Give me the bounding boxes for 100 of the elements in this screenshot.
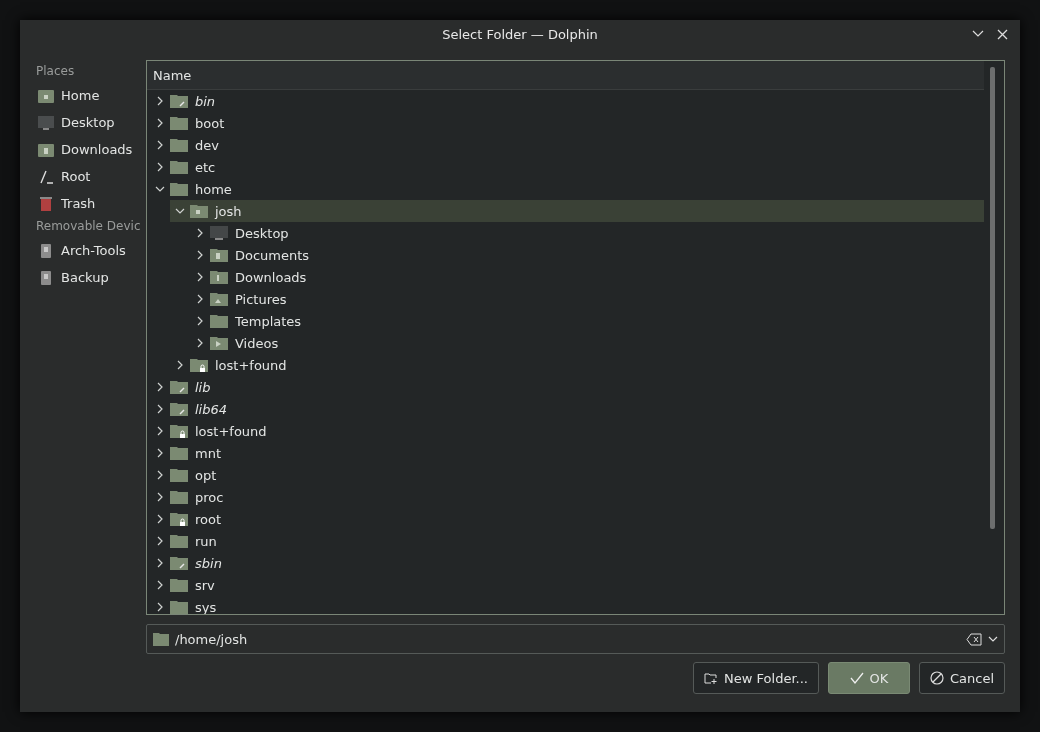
tree-row[interactable]: opt (150, 464, 984, 486)
chevron-right-icon[interactable] (195, 294, 205, 304)
pictures-folder-icon (210, 292, 228, 306)
dialog-button[interactable]: Cancel (918, 662, 1005, 694)
tree-row[interactable]: bin (150, 90, 984, 112)
folder-name: Downloads (235, 269, 307, 285)
trash-icon (38, 196, 54, 211)
videos-folder-icon (210, 336, 228, 350)
chevron-right-icon[interactable] (155, 162, 165, 172)
clear-icon[interactable] (966, 632, 982, 646)
column-header[interactable]: Name (147, 61, 984, 90)
chevron-right-icon[interactable] (155, 580, 165, 590)
chevron-down-icon[interactable] (175, 206, 185, 216)
chevron-right-icon[interactable] (155, 404, 165, 414)
chevron-right-icon[interactable] (155, 514, 165, 524)
place-item[interactable]: Trash (28, 190, 146, 217)
chevron-right-icon[interactable] (155, 492, 165, 502)
locked-folder-icon (190, 358, 208, 372)
chevron-right-icon[interactable] (175, 360, 185, 370)
dialog-button[interactable]: New Folder... (693, 662, 819, 694)
chevron-down-icon (972, 30, 984, 38)
tree-row[interactable]: Pictures (190, 288, 984, 310)
folder-icon (210, 314, 228, 328)
dropdown-icon[interactable] (988, 635, 998, 643)
place-item[interactable]: Downloads (28, 136, 146, 163)
tree-row[interactable]: sys (150, 596, 984, 614)
tree-row[interactable]: Videos (190, 332, 984, 354)
dialog-button[interactable]: OK (827, 662, 910, 694)
chevron-right-icon[interactable] (195, 250, 205, 260)
folder-name: sys (195, 599, 217, 614)
folder-name: home (195, 181, 232, 197)
folder-name: Desktop (235, 225, 289, 241)
chevron-right-icon[interactable] (155, 382, 165, 392)
folder-name: sbin (195, 555, 222, 571)
tree-row[interactable]: josh (170, 200, 984, 222)
tree-row[interactable]: lib64 (150, 398, 984, 420)
tree-row[interactable]: Downloads (190, 266, 984, 288)
tree-row[interactable]: run (150, 530, 984, 552)
chevron-right-icon[interactable] (155, 426, 165, 436)
tree-row[interactable]: etc (150, 156, 984, 178)
place-item[interactable]: Root (28, 163, 146, 190)
monitor-icon (210, 226, 228, 240)
folder-name: root (195, 511, 222, 527)
folder-name: lib (195, 379, 211, 395)
tree-row[interactable]: boot (150, 112, 984, 134)
tree-row[interactable]: lib (150, 376, 984, 398)
folder-name: opt (195, 467, 217, 483)
drive-icon (38, 243, 54, 258)
place-item[interactable]: Arch-Tools (28, 237, 146, 264)
folder-name: Videos (235, 335, 279, 351)
drive-icon (38, 270, 54, 285)
documents-folder-icon (210, 248, 228, 262)
tree-row[interactable]: Documents (190, 244, 984, 266)
place-item[interactable]: Backup (28, 264, 146, 291)
downloads-folder-icon (38, 142, 54, 157)
chevron-right-icon[interactable] (155, 558, 165, 568)
folder-name: etc (195, 159, 216, 175)
chevron-right-icon[interactable] (195, 272, 205, 282)
chevron-right-icon[interactable] (155, 96, 165, 106)
tree-row[interactable]: Desktop (190, 222, 984, 244)
section-heading: Removable Devic (35, 218, 142, 235)
location-bar[interactable]: /home/josh (146, 624, 1005, 654)
chevron-right-icon[interactable] (155, 118, 165, 128)
tree-row[interactable]: home (150, 178, 984, 200)
section-heading: Places (35, 63, 76, 80)
chevron-right-icon[interactable] (155, 602, 165, 612)
locked-folder-icon (170, 424, 188, 438)
folder-name: Templates (235, 313, 302, 329)
tree-row[interactable]: lost+found (170, 354, 984, 376)
folder-icon (153, 632, 169, 646)
tree-row[interactable]: Templates (190, 310, 984, 332)
place-item[interactable]: Home (28, 82, 146, 109)
folder-name: lost+found (195, 423, 267, 439)
folder-icon (170, 534, 188, 548)
chevron-right-icon[interactable] (155, 140, 165, 150)
chevron-right-icon[interactable] (195, 228, 205, 238)
tree-row[interactable]: lost+found (150, 420, 984, 442)
chevron-right-icon[interactable] (155, 448, 165, 458)
location-field[interactable]: /home/josh (175, 631, 960, 647)
chevron-right-icon[interactable] (195, 338, 205, 348)
folder-name: josh (215, 203, 242, 219)
tree-row[interactable]: srv (150, 574, 984, 596)
tree-row[interactable]: sbin (150, 552, 984, 574)
tree-row[interactable]: dev (150, 134, 984, 156)
cancel-icon (929, 671, 944, 685)
downloads-folder-icon (210, 270, 228, 284)
chevron-right-icon[interactable] (195, 316, 205, 326)
folder-name: proc (195, 489, 224, 505)
tree-row[interactable]: root (150, 508, 984, 530)
scrollbar-thumb[interactable] (990, 67, 995, 529)
place-item[interactable]: Desktop (28, 109, 146, 136)
chevron-right-icon[interactable] (155, 470, 165, 480)
folder-name: srv (195, 577, 215, 593)
folder-icon (170, 578, 188, 592)
tree-row[interactable]: mnt (150, 442, 984, 464)
folder-icon (170, 160, 188, 174)
link-folder-icon (170, 556, 188, 570)
chevron-down-icon[interactable] (155, 184, 165, 194)
tree-row[interactable]: proc (150, 486, 984, 508)
chevron-right-icon[interactable] (155, 536, 165, 546)
